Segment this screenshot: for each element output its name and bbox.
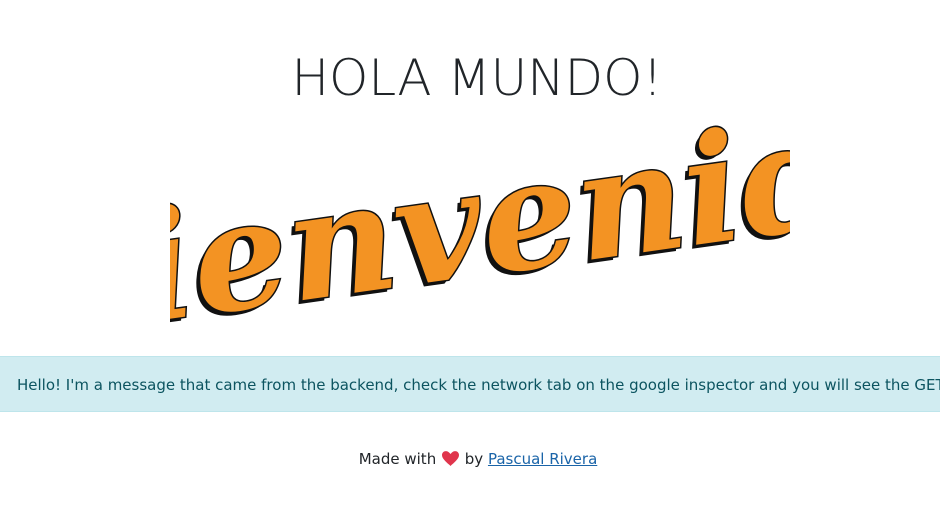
page-title: HOLA MUNDO!: [291, 49, 663, 107]
footer: Made with by Pascual Rivera: [0, 448, 940, 472]
heart-icon: [441, 450, 459, 472]
footer-by: by: [464, 450, 484, 468]
welcome-image: ¡Bienvenido! ¡Bienvenido!: [170, 110, 790, 335]
welcome-lettering-graphic: ¡Bienvenido! ¡Bienvenido!: [170, 110, 790, 335]
backend-message-text: Hello! I'm a message that came from the …: [17, 376, 940, 394]
page: HOLA MUNDO! ¡Bienvenido! ¡Bienvenido! He…: [0, 0, 940, 524]
author-link[interactable]: Pascual Rivera: [488, 450, 597, 468]
footer-made-with: Made with: [358, 450, 437, 468]
backend-message-alert: Hello! I'm a message that came from the …: [0, 356, 940, 412]
welcome-lettering: ¡Bienvenido!: [170, 110, 790, 335]
